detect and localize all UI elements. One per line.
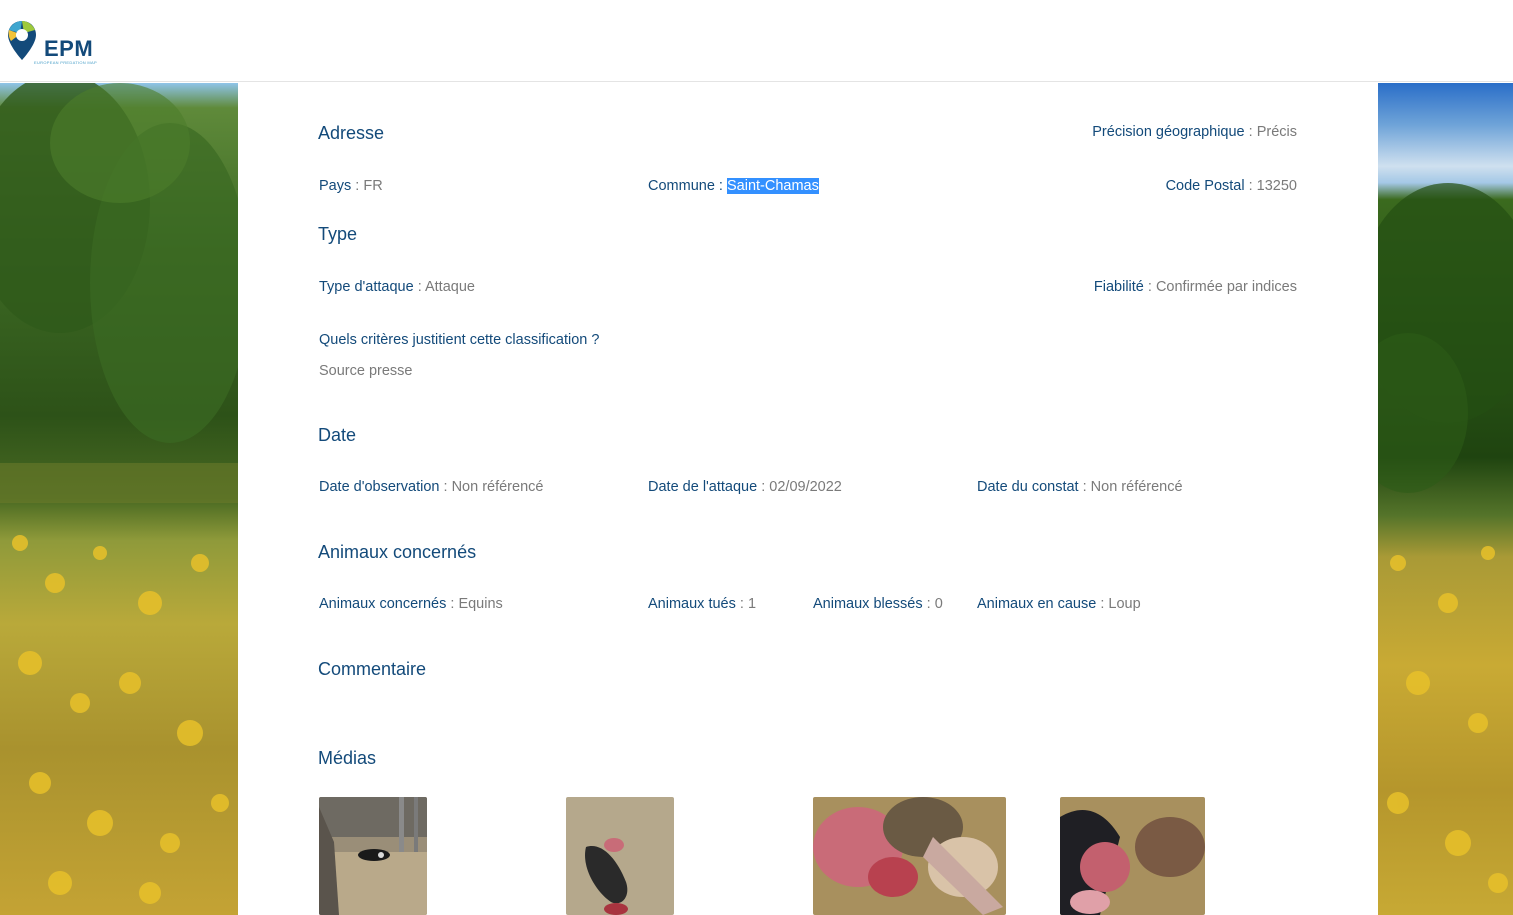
media-photo-3[interactable] bbox=[813, 797, 1006, 915]
header-bar: EPM EUROPEAN PREDATION MAP bbox=[0, 0, 1513, 82]
field-value: 1 bbox=[747, 596, 757, 612]
field-commune: Commune : Saint-Chamas bbox=[648, 178, 819, 194]
field-label: Précision géographique bbox=[1092, 124, 1245, 140]
meadow-image bbox=[0, 83, 238, 904]
section-heading-animaux: Animaux concernés bbox=[318, 542, 477, 562]
field-label: Animaux tués bbox=[648, 596, 736, 612]
photo-thumbnail bbox=[813, 797, 1006, 915]
field-value: Confirmée par indices bbox=[1155, 279, 1297, 295]
field-value: 13250 bbox=[1256, 178, 1297, 194]
field-date-constat: Date du constat : Non référencé bbox=[977, 479, 1183, 495]
field-animaux-concernes: Animaux concernés : Equins bbox=[319, 596, 503, 612]
classification-question: Quels critères justitient cette classifi… bbox=[319, 332, 600, 348]
epm-logo[interactable]: EPM EUROPEAN PREDATION MAP bbox=[6, 18, 114, 65]
field-type-attaque: Type d'attaque : Attaque bbox=[319, 279, 475, 295]
field-value: Attaque bbox=[424, 279, 475, 295]
media-photo-2[interactable] bbox=[566, 797, 674, 915]
field-animaux-cause: Animaux en cause : Loup bbox=[977, 596, 1141, 612]
field-label: Type d'attaque bbox=[319, 279, 414, 295]
field-label: Pays bbox=[319, 178, 352, 194]
photo-thumbnail bbox=[319, 797, 427, 915]
field-label: Date d'observation bbox=[319, 479, 440, 495]
field-pays: Pays : FR bbox=[319, 178, 383, 194]
field-fiabilite: Fiabilité : Confirmée par indices bbox=[1093, 279, 1297, 295]
background-landscape-left bbox=[0, 83, 238, 915]
field-value: FR bbox=[363, 178, 383, 194]
photo-thumbnail bbox=[1060, 797, 1205, 915]
field-value: Non référencé bbox=[1090, 479, 1183, 495]
media-photo-4[interactable] bbox=[1060, 797, 1205, 915]
section-heading-date: Date bbox=[318, 425, 357, 445]
logo-tagline: EUROPEAN PREDATION MAP bbox=[34, 60, 97, 65]
field-label: Code Postal bbox=[1165, 178, 1245, 194]
field-value: 02/09/2022 bbox=[769, 479, 842, 495]
section-heading-medias: Médias bbox=[318, 748, 377, 768]
attack-detail-panel: Adresse Précision géographique : Précis … bbox=[238, 83, 1378, 915]
photo-thumbnail bbox=[566, 797, 674, 915]
field-label: Fiabilité bbox=[1093, 279, 1144, 295]
section-heading-commentaire: Commentaire bbox=[318, 659, 427, 679]
field-value: Précis bbox=[1256, 124, 1297, 140]
field-code-postal: Code Postal : 13250 bbox=[1165, 178, 1297, 194]
field-label: Date de l'attaque bbox=[648, 479, 758, 495]
field-label: Commune bbox=[648, 178, 715, 194]
meadow-image bbox=[1378, 183, 1513, 893]
logo-text: EPM bbox=[44, 36, 94, 61]
field-value: Non référencé bbox=[451, 479, 544, 495]
field-date-observation: Date d'observation : Non référencé bbox=[319, 479, 544, 495]
field-precision: Précision géographique : Précis bbox=[1092, 124, 1297, 140]
field-label: Animaux concernés bbox=[319, 596, 447, 612]
field-animaux-blesses: Animaux blessés : 0 bbox=[813, 596, 943, 612]
field-label: Animaux en cause bbox=[977, 596, 1097, 612]
field-value-selected[interactable]: Saint-Chamas bbox=[726, 178, 819, 194]
field-value: Equins bbox=[458, 596, 503, 612]
media-photo-1[interactable] bbox=[319, 797, 427, 915]
map-pin-icon bbox=[8, 21, 36, 60]
section-heading-type: Type bbox=[318, 224, 358, 244]
background-landscape-right bbox=[1378, 83, 1513, 915]
field-label: Animaux blessés bbox=[813, 596, 923, 612]
section-heading-adresse: Adresse bbox=[318, 123, 385, 143]
field-animaux-tues: Animaux tués : 1 bbox=[648, 596, 757, 612]
field-value: Loup bbox=[1108, 596, 1141, 612]
field-date-attaque: Date de l'attaque : 02/09/2022 bbox=[648, 479, 842, 495]
field-label: Date du constat bbox=[977, 479, 1079, 495]
classification-answer: Source presse bbox=[319, 363, 413, 379]
field-value: 0 bbox=[934, 596, 943, 612]
